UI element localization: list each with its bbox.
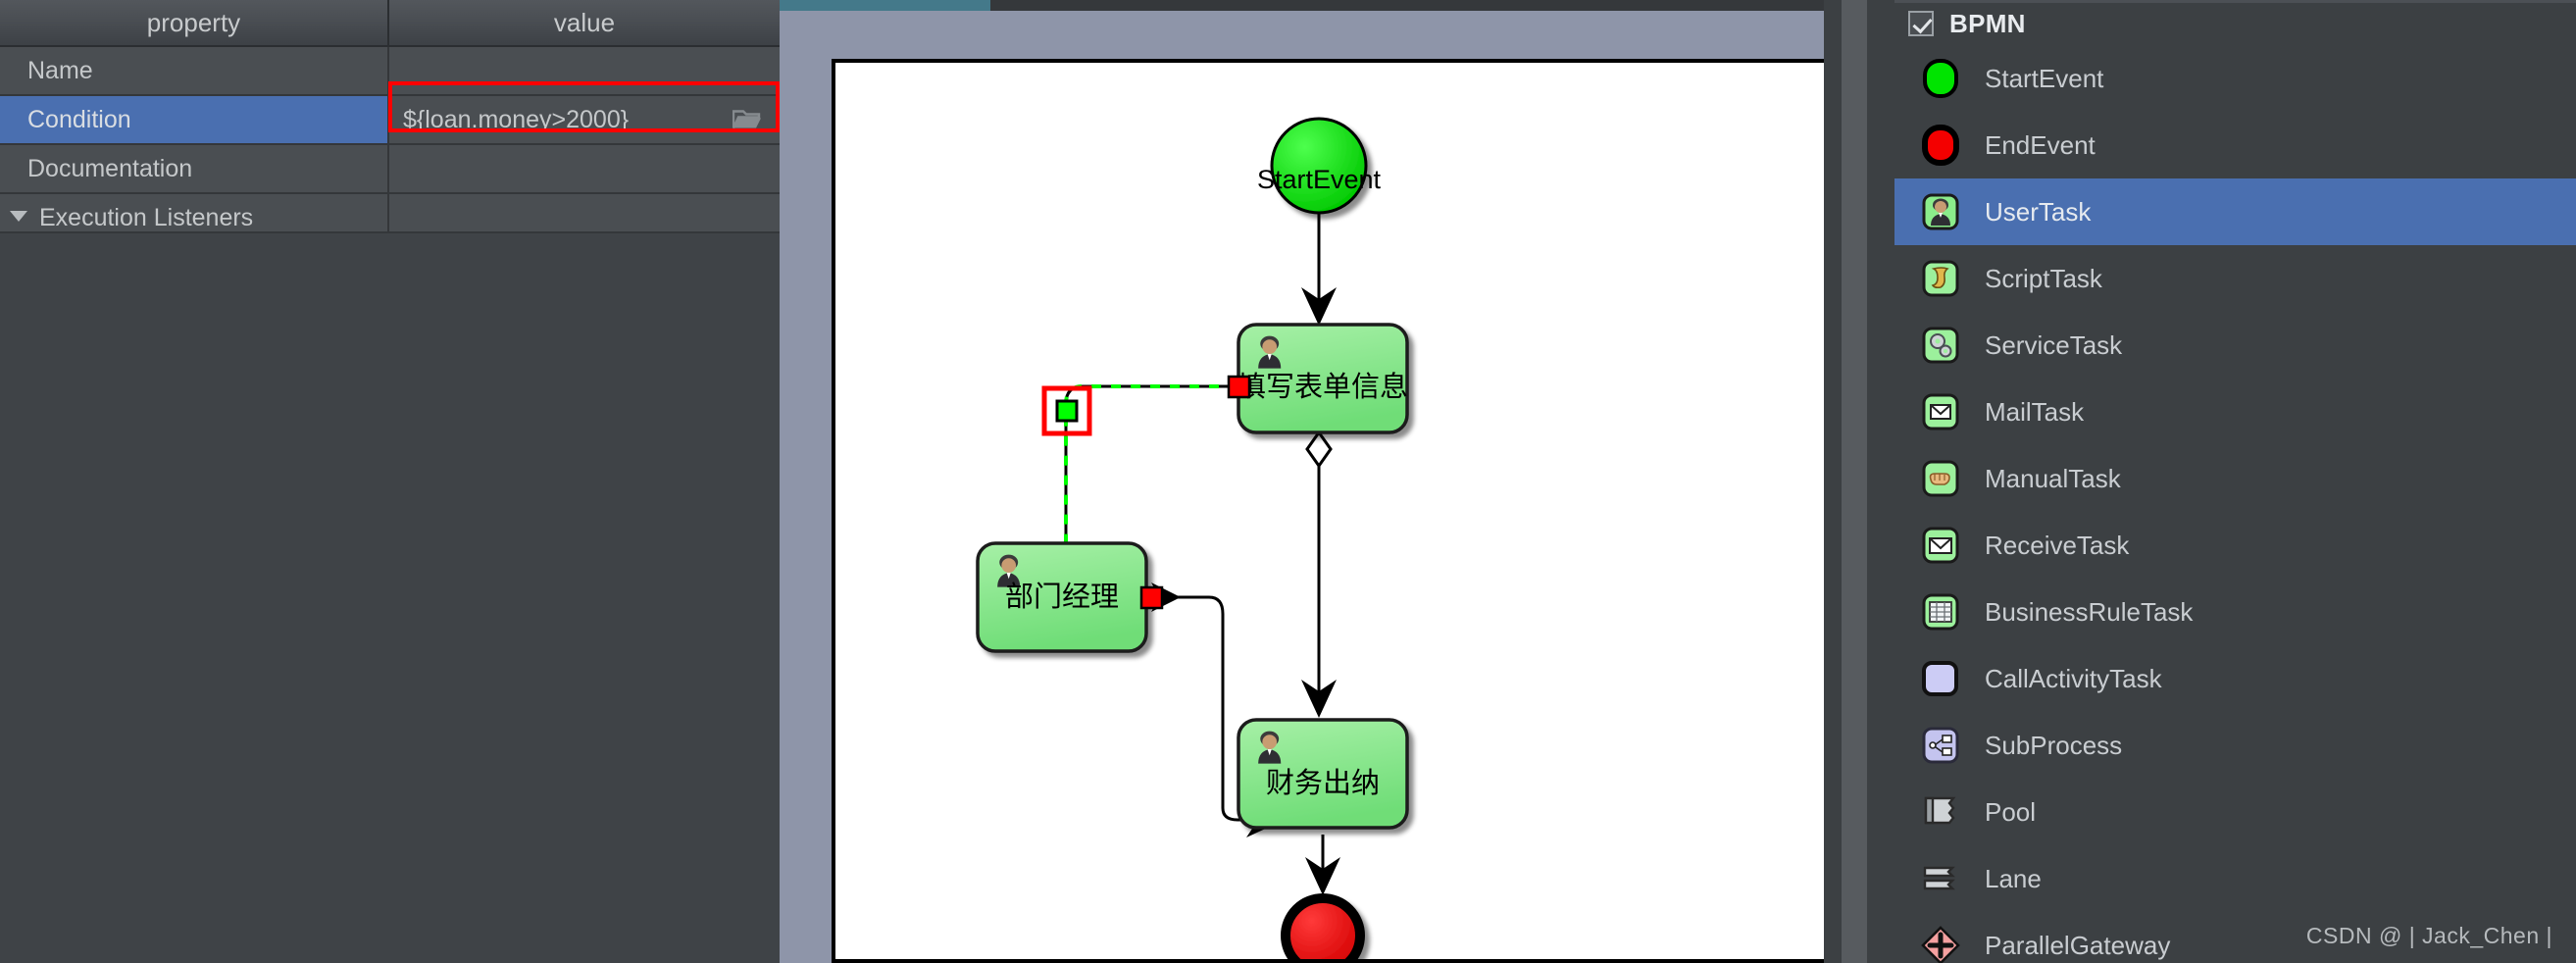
palette-item-subprocess[interactable]: SubProcess — [1894, 712, 2576, 779]
palette-title: BPMN — [1949, 8, 2026, 38]
column-header-property[interactable]: property — [0, 0, 389, 47]
pool-icon — [1920, 791, 1961, 833]
palette-item-label: CallActivityTask — [1985, 663, 2162, 693]
manual-task-icon — [1920, 458, 1961, 499]
sub-process-icon — [1920, 725, 1961, 766]
chevron-down-icon[interactable] — [10, 211, 27, 223]
palette-item-label: Lane — [1985, 863, 2042, 893]
receive-task-icon — [1920, 525, 1961, 566]
properties-table: property value Name Condition ${loan.mon… — [0, 0, 780, 243]
execution-listeners-label: Execution Listeners — [39, 203, 254, 231]
palette-item-label: UserTask — [1985, 196, 2092, 227]
edge-endpoint-handle-source — [1227, 375, 1251, 399]
start-event-label: StartEvent — [1257, 165, 1382, 194]
properties-table-header: property value — [0, 0, 780, 47]
palette-item-pool[interactable]: Pool — [1894, 779, 2576, 845]
end-event-icon — [1920, 125, 1961, 166]
palette-item-label: Pool — [1985, 796, 2037, 827]
diagram-canvas[interactable]: StartEvent 填写表单信息 部门经理 财务出纳 — [780, 0, 1824, 963]
table-row[interactable]: Documentation — [0, 144, 780, 194]
palette-item-callactivitytask[interactable]: CallActivityTask — [1894, 645, 2576, 712]
property-value-name[interactable] — [388, 46, 780, 96]
watermark: CSDN @ | Jack_Chen | — [2305, 923, 2552, 948]
palette-item-receivetask[interactable]: ReceiveTask — [1894, 512, 2576, 579]
edge-endpoint-handle-target — [1139, 585, 1164, 610]
diagram-page[interactable]: StartEvent 填写表单信息 部门经理 财务出纳 — [832, 59, 1824, 963]
open-folder-icon[interactable] — [732, 109, 762, 131]
user-task-3-label: 财务出纳 — [1266, 766, 1380, 799]
palette-item-label: StartEvent — [1985, 63, 2104, 93]
property-name-condition: Condition — [0, 95, 389, 145]
business-rule-task-icon — [1920, 591, 1961, 633]
property-name-documentation: Documentation — [0, 144, 389, 194]
bpmn-diagram: StartEvent 填写表单信息 部门经理 财务出纳 — [976, 117, 1409, 959]
palette-item-servicetask[interactable]: ServiceTask — [1894, 312, 2576, 379]
start-event-icon — [1920, 58, 1961, 99]
palette-item-label: ManualTask — [1985, 463, 2121, 493]
properties-table-body: Name Condition ${loan.money>2000} Docume… — [0, 46, 780, 243]
palette-item-label: SubProcess — [1985, 730, 2123, 760]
palette-item-label: ServiceTask — [1985, 329, 2123, 360]
properties-panel-empty-area — [0, 231, 780, 963]
table-row[interactable]: Name — [0, 46, 780, 96]
palette-item-label: EndEvent — [1985, 129, 2096, 160]
palette-item-scripttask[interactable]: ScriptTask — [1894, 245, 2576, 312]
palette-header[interactable]: BPMN — [1894, 0, 2576, 39]
user-task-2-label: 部门经理 — [1005, 580, 1119, 613]
user-task-1-label: 填写表单信息 — [1237, 370, 1408, 403]
palette-item-list: StartEvent EndEvent UserTask ScriptTask … — [1894, 45, 2576, 963]
lane-icon — [1920, 858, 1961, 899]
palette-item-startevent[interactable]: StartEvent — [1894, 45, 2576, 112]
user-task-icon — [1920, 191, 1961, 232]
palette-item-businessruletask[interactable]: BusinessRuleTask — [1894, 579, 2576, 645]
parallel-gateway-icon — [1920, 925, 1961, 963]
mail-task-icon — [1920, 391, 1961, 432]
node-end-event — [1281, 893, 1365, 959]
panel-divider[interactable] — [1824, 0, 1894, 963]
property-value-documentation[interactable] — [388, 144, 780, 194]
bpmn-palette: BPMN StartEvent EndEvent UserTask Script… — [1894, 0, 2576, 963]
bpmn-editor-window: property value Name Condition ${loan.mon… — [0, 0, 2576, 963]
palette-item-mailtask[interactable]: MailTask — [1894, 379, 2576, 445]
palette-item-label: BusinessRuleTask — [1985, 596, 2194, 627]
palette-top-divider — [1894, 0, 2576, 3]
column-header-value[interactable]: value — [388, 0, 780, 47]
condition-value-text: ${loan.money>2000} — [403, 105, 630, 133]
palette-item-endevent[interactable]: EndEvent — [1894, 112, 2576, 178]
table-row[interactable]: Condition ${loan.money>2000} — [0, 95, 780, 145]
palette-item-lane[interactable]: Lane — [1894, 845, 2576, 912]
properties-panel: property value Name Condition ${loan.mon… — [0, 0, 780, 963]
property-value-condition[interactable]: ${loan.money>2000} — [388, 95, 780, 145]
canvas-accent-strip — [780, 0, 990, 11]
palette-item-usertask[interactable]: UserTask — [1894, 178, 2576, 245]
service-task-icon — [1920, 325, 1961, 366]
call-activity-task-icon — [1920, 658, 1961, 699]
script-task-icon — [1920, 258, 1961, 299]
palette-item-manualtask[interactable]: ManualTask — [1894, 445, 2576, 512]
edge-midpoint-handle — [1055, 399, 1079, 423]
vertical-scrollbar[interactable] — [1842, 0, 1867, 963]
palette-item-label: ParallelGateway — [1985, 930, 2171, 960]
property-name-name: Name — [0, 46, 389, 96]
checkbox-icon[interactable] — [1908, 11, 1934, 36]
palette-item-label: ReceiveTask — [1985, 530, 2130, 560]
canvas-top-strip — [990, 0, 1824, 11]
palette-item-label: ScriptTask — [1985, 263, 2102, 293]
palette-item-label: MailTask — [1985, 396, 2085, 427]
